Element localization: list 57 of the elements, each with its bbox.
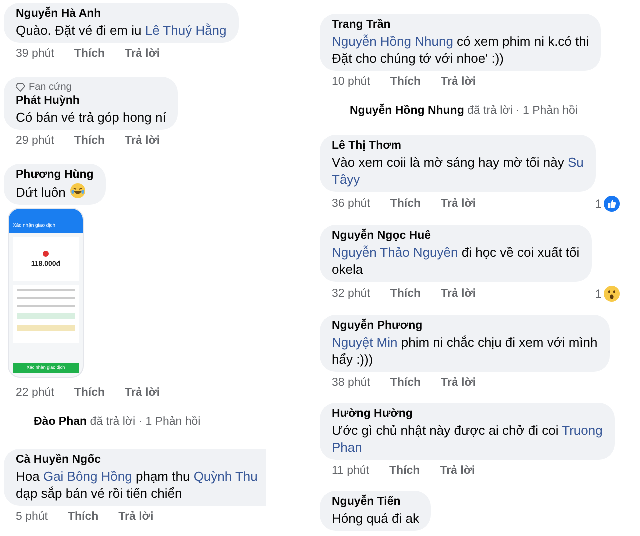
comment-text: Dứt luôn	[16, 183, 94, 201]
commenter-name: Lê Thị Thơm	[332, 139, 403, 154]
comment-time: 29 phút	[16, 134, 54, 148]
like-link[interactable]: Thích	[74, 386, 106, 400]
comment-text: Nguyễn Thảo Nguyên đi học về coi xuất tối okela	[332, 244, 580, 278]
comment-time: 32 phút	[332, 287, 370, 301]
reply-link[interactable]: Trả lời	[440, 464, 476, 478]
like-link[interactable]: Thích	[390, 75, 422, 89]
laughing-emoji-icon	[70, 183, 86, 199]
like-link[interactable]: Thích	[74, 47, 106, 61]
commenter-name: Nguyễn Tiến	[332, 495, 402, 510]
reply-link[interactable]: Trả lời	[441, 287, 476, 301]
like-link[interactable]: Thích	[74, 134, 106, 148]
commenter-name: Trang Trần	[332, 18, 392, 33]
commenter-name: Phương Hùng	[16, 168, 94, 183]
comment-text: Ước gì chủ nhật này được ai chở đi coi Truong Phan	[332, 422, 603, 456]
comment-time: 38 phút	[332, 376, 370, 390]
comment-time: 36 phút	[332, 197, 370, 211]
comment-time: 11 phút	[332, 464, 370, 478]
comment-time: 5 phút	[16, 510, 48, 524]
comment-text: Có bán vé trả góp hong ní	[16, 109, 166, 126]
comment-text: Nguyệt Min phim ni chắc chịu đi xem với mình hẩy :)))	[332, 334, 598, 368]
reply-link[interactable]: Trả lời	[125, 47, 160, 61]
commenter-name: Phát Huỳnh	[16, 94, 81, 109]
reply-link[interactable]: Trả lời	[441, 376, 476, 390]
commenter-name: Cà Huyền Ngốc	[16, 453, 102, 468]
commenter-name: Nguyễn Hà Anh	[16, 7, 102, 22]
like-link[interactable]: Thích	[390, 464, 420, 478]
thumbs-up-icon	[604, 196, 620, 212]
like-link[interactable]: Thích	[68, 510, 99, 524]
comment-time: 10 phút	[332, 75, 370, 89]
commenter-name: Nguyễn Phương	[332, 319, 424, 334]
replies-link[interactable]: Nguyễn Hồng Nhung đã trả lời · 1 Phản hồi	[350, 105, 578, 117]
details-card	[13, 285, 79, 343]
diamond-icon	[16, 83, 25, 92]
comment-text: Quào. Đặt vé đi em iu Lê Thuý Hằng	[16, 22, 227, 39]
like-link[interactable]: Thích	[390, 376, 422, 390]
comment-text: Hóng quá đi ak	[332, 510, 420, 527]
reply-link[interactable]: Trả lời	[125, 134, 160, 148]
commenter-name: Nguyễn Ngọc Huê	[332, 229, 432, 244]
reaction-count: 1	[595, 287, 602, 301]
fan-label: Fan cứng	[29, 81, 72, 94]
reply-link[interactable]: Trả lời	[441, 75, 476, 89]
reply-link[interactable]: Trả lời	[441, 197, 476, 211]
comment-time: 39 phút	[16, 47, 54, 61]
app-logo-icon	[43, 250, 49, 256]
like-link[interactable]: Thích	[390, 197, 422, 211]
reply-link[interactable]: Trả lời	[118, 510, 154, 524]
replies-link[interactable]: Đào Phan đã trả lời · 1 Phản hồi	[34, 416, 201, 428]
like-link[interactable]: Thích	[390, 287, 422, 301]
reaction-count: 1	[595, 197, 602, 211]
reply-link[interactable]: Trả lời	[125, 386, 160, 400]
commenter-name: Hường Hường	[332, 407, 414, 422]
comment-time: 22 phút	[16, 386, 54, 400]
comment-text: Vào xem coii là mờ sáng hay mờ tối này Su Tâyy	[332, 154, 584, 188]
surprised-emoji-icon	[604, 286, 620, 302]
comment-text: Nguyễn Hồng Nhung có xem phim ni k.có thi Đặt cho chúng tớ với nhoe' :))	[332, 33, 590, 67]
